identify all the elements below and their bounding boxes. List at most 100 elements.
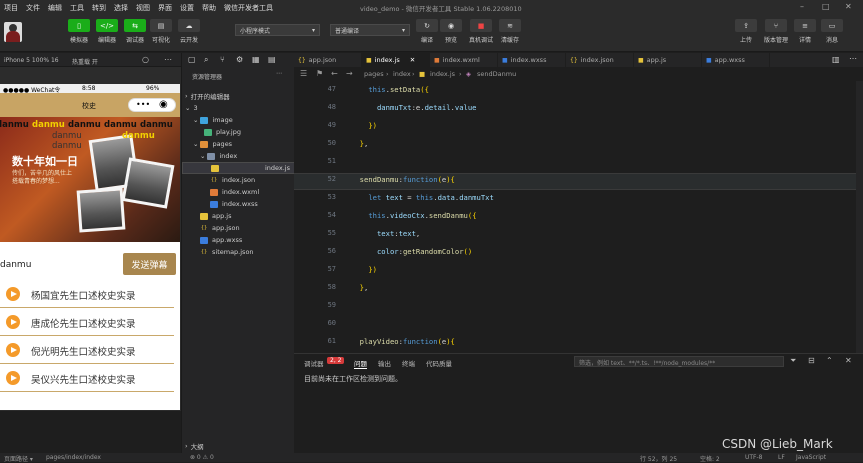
tree-item-index-js[interactable]: index.js xyxy=(182,162,295,174)
line-ending[interactable]: LF xyxy=(778,454,785,461)
tab-index-js[interactable]: ■ index.js ✕ xyxy=(362,53,430,67)
preview-button[interactable]: ◉ 预览 xyxy=(437,19,465,44)
filter-input[interactable]: 筛选，例如 text、**/*.ts、!**/node_modules/** xyxy=(574,356,784,367)
battery: 96% xyxy=(146,85,160,92)
menu-edit[interactable]: 编辑 xyxy=(44,3,66,13)
close-icon[interactable]: ✕ xyxy=(845,2,852,11)
editor-button[interactable]: </> 编辑器 xyxy=(93,19,121,44)
close-circle-icon[interactable]: ◉ xyxy=(159,99,168,110)
layout-icon[interactable]: ▤ xyxy=(268,55,276,64)
split-editor-icon[interactable]: ▥ xyxy=(832,55,840,64)
code-editor[interactable]: 47 this.setData({48 danmuTxt:e.detail.va… xyxy=(294,81,863,353)
tree-item-sitemap-json[interactable]: {} sitemap.json xyxy=(200,246,254,258)
tab-app-js[interactable]: ■ app.js xyxy=(634,53,702,67)
device-select[interactable]: iPhone 5 100% 16 xyxy=(4,57,59,64)
tab-terminal[interactable]: 终端 xyxy=(402,358,415,368)
close-icon[interactable]: ✕ xyxy=(410,56,415,64)
collapse-all-icon[interactable]: ⊟ xyxy=(808,356,815,365)
video-player[interactable]: danmu danmu danmu danmu danmu danmu danm… xyxy=(0,117,180,242)
message-button[interactable]: ▭ 消息 xyxy=(818,19,846,44)
menu-select[interactable]: 选择 xyxy=(110,3,132,13)
extensions-icon[interactable]: ▦ xyxy=(252,55,260,64)
tab-index-wxss[interactable]: ■ index.wxss xyxy=(498,53,566,67)
menu-help[interactable]: 帮助 xyxy=(198,3,220,13)
menu-file[interactable]: 文件 xyxy=(22,3,44,13)
chevron-up-icon[interactable]: ⌃ xyxy=(826,356,833,365)
bookmark-icon[interactable]: ⚑ xyxy=(316,69,323,78)
more-icon[interactable]: ⋯ xyxy=(849,54,857,63)
more-icon[interactable]: ••• xyxy=(136,100,150,109)
video-list-item[interactable]: 吴仪兴先生口述校史实录 xyxy=(0,364,174,392)
remote-debug-button[interactable]: ■ 真机调试 xyxy=(467,19,495,44)
version-button[interactable]: ⑂ 版本管理 xyxy=(762,19,790,44)
filter-icon[interactable]: ⏷ xyxy=(790,356,796,366)
video-list-item[interactable]: 杨国宜先生口述校史实录 xyxy=(0,280,174,308)
tab-problems[interactable]: 问题 xyxy=(354,358,367,369)
wxss-file-icon: ■ xyxy=(706,56,712,64)
debug-icon[interactable]: ⚙ xyxy=(236,55,243,64)
search-icon[interactable]: ⌕ xyxy=(204,55,208,65)
tree-item-app-json[interactable]: {} app.json xyxy=(200,222,240,234)
menu-view[interactable]: 视图 xyxy=(132,3,154,13)
tab-app-json[interactable]: {} app.json xyxy=(294,53,362,67)
close-icon[interactable]: ✕ xyxy=(845,356,852,365)
status-bar-bottom: 页面路径 ▾ pages/index/index ⊗ 0 ⚠ 0 行 52，列 … xyxy=(0,453,863,463)
hotreload-toggle[interactable]: 热重载 开 xyxy=(72,57,98,66)
tree-item-app-wxss[interactable]: app.wxss xyxy=(200,234,242,246)
menu-wechat-devtools[interactable]: 微信开发者工具 xyxy=(220,3,277,13)
compile-select[interactable]: 普通编译 ▾ xyxy=(330,24,410,36)
tree-item-image[interactable]: ⌄ image xyxy=(193,114,233,126)
tree-item-pages[interactable]: ⌄ pages xyxy=(193,138,232,150)
tab-index-wxml[interactable]: ■ index.wxml xyxy=(430,53,498,67)
clear-cache-button[interactable]: ≋ 清缓存 xyxy=(496,19,524,44)
maximize-icon[interactable]: □ xyxy=(822,2,830,11)
upload-button[interactable]: ⇪ 上传 xyxy=(732,19,760,44)
scrollbar[interactable] xyxy=(856,81,863,353)
more-icon[interactable]: ⋯ xyxy=(276,70,282,77)
video-list-item[interactable]: 倪光明先生口述校史实录 xyxy=(0,336,174,364)
tree-item-index-json[interactable]: {} index.json xyxy=(210,174,255,186)
chevron-down-icon: ▾ xyxy=(311,26,315,34)
detail-button[interactable]: ≡ 详情 xyxy=(791,19,819,44)
tab-code-quality[interactable]: 代码质量 xyxy=(426,358,452,368)
forward-arrow-icon[interactable]: → xyxy=(346,69,353,78)
record-icon[interactable]: ○ xyxy=(142,55,149,64)
cloud-button[interactable]: ☁ 云开发 xyxy=(175,19,203,44)
tree-item-play-jpg[interactable]: play.jpg xyxy=(204,126,241,138)
menu-interface[interactable]: 界面 xyxy=(154,3,176,13)
open-editors-section[interactable]: › 打开的编辑器 xyxy=(185,90,230,102)
back-arrow-icon[interactable]: ← xyxy=(331,69,338,78)
tree-item-index-wxss[interactable]: index.wxss xyxy=(210,198,258,210)
tree-item-index-folder[interactable]: ⌄ index xyxy=(200,150,237,162)
capsule-button[interactable]: ••• ◉ xyxy=(128,98,176,112)
menu-goto[interactable]: 转到 xyxy=(88,3,110,13)
visual-button[interactable]: ▤ 可视化 xyxy=(147,19,175,44)
project-root[interactable]: ⌄ 3 xyxy=(185,102,198,114)
outline-section[interactable]: › 大纲 xyxy=(185,440,204,452)
tree-item-index-wxml[interactable]: index.wxml xyxy=(210,186,259,198)
tab-output[interactable]: 输出 xyxy=(378,358,391,368)
debugger-button[interactable]: ⇆ 调试器 xyxy=(121,19,149,44)
encoding[interactable]: UTF-8 xyxy=(745,454,763,461)
tab-debugger[interactable]: 调试器 xyxy=(304,358,324,368)
menu-settings[interactable]: 设置 xyxy=(176,3,198,13)
menu-project[interactable]: 项目 xyxy=(0,3,22,13)
avatar[interactable] xyxy=(4,22,22,42)
tree-item-app-js[interactable]: app.js xyxy=(200,210,232,222)
list-icon[interactable]: ☰ xyxy=(300,69,307,78)
simulator-button[interactable]: ▯ 模拟器 xyxy=(65,19,93,44)
send-danmu-button[interactable]: 发送弹幕 xyxy=(123,253,176,275)
more-icon[interactable]: ⋯ xyxy=(164,55,172,64)
git-icon[interactable]: ⑂ xyxy=(220,55,225,64)
mode-select[interactable]: 小程序模式 ▾ xyxy=(235,24,320,36)
files-icon[interactable]: ▢ xyxy=(188,55,196,64)
tab-index-json[interactable]: {} index.json xyxy=(566,53,634,67)
problems-count[interactable]: ⊗ 0 ⚠ 0 xyxy=(190,454,214,461)
menu-tools[interactable]: 工具 xyxy=(66,3,88,13)
language-mode[interactable]: JavaScript xyxy=(796,454,826,461)
danmu-input[interactable]: danmu xyxy=(0,260,31,270)
danmu-text: danmu xyxy=(68,120,101,130)
tab-app-wxss[interactable]: ■ app.wxss xyxy=(702,53,770,67)
video-list-item[interactable]: 唐成伦先生口述校史实录 xyxy=(0,308,174,336)
minimize-icon[interactable]: – xyxy=(800,2,804,11)
